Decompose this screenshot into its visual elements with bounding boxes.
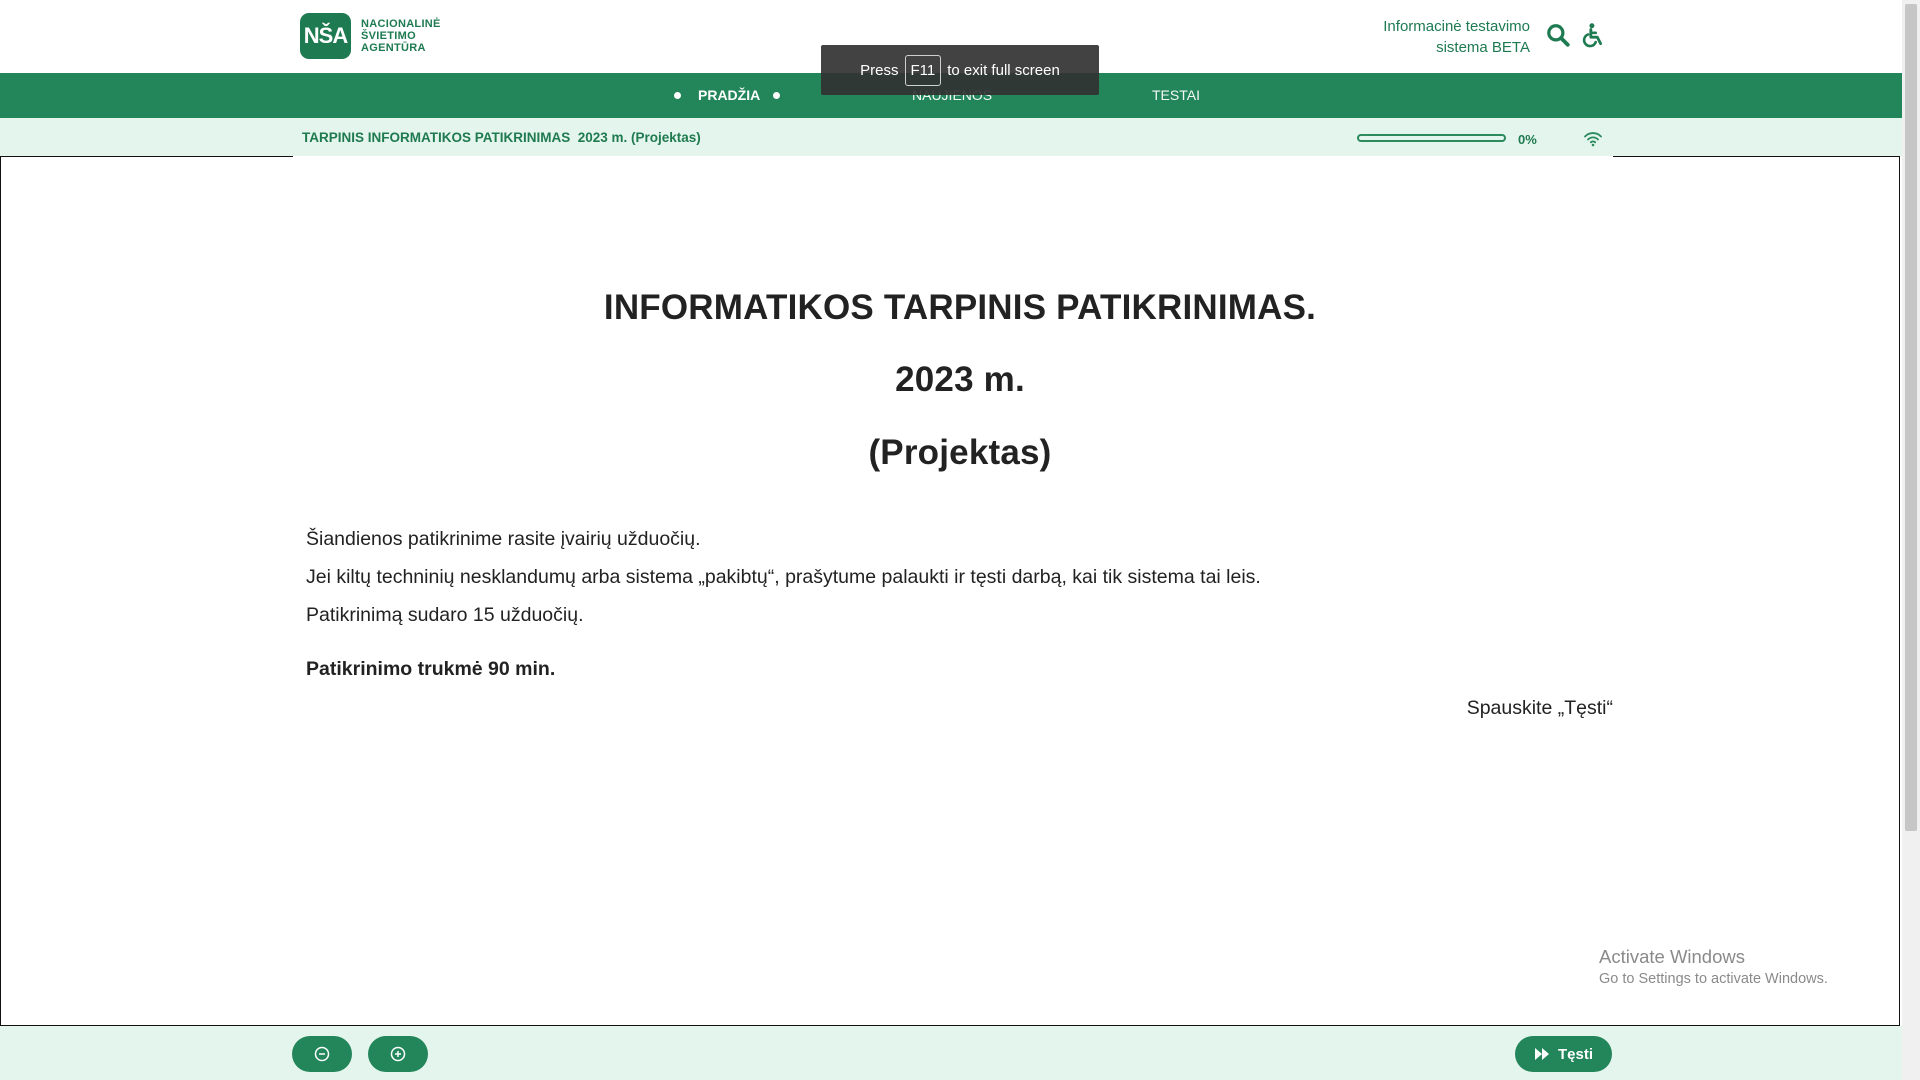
logo-line: ŠVIETIMO bbox=[361, 30, 416, 42]
system-name-line: Informacinė testavimo bbox=[1383, 18, 1530, 35]
notice-suffix: to exit full screen bbox=[947, 61, 1060, 79]
logo-line: NACIONALINĖ bbox=[361, 18, 441, 30]
f11-key: F11 bbox=[904, 54, 942, 86]
intro-paragraph: Šiandienos patikrinime rasite įvairių už… bbox=[306, 528, 701, 550]
nav-item-testai[interactable]: TESTAI bbox=[1152, 73, 1200, 118]
watermark-subtitle: Go to Settings to activate Windows. bbox=[1599, 971, 1828, 987]
frame-top-gap bbox=[293, 156, 1613, 158]
zoom-in-button[interactable] bbox=[368, 1036, 428, 1072]
test-year: 2023 m. bbox=[895, 360, 1025, 399]
page-scrollbar[interactable] bbox=[1902, 0, 1920, 1080]
nsa-logo[interactable]: NŠA NACIONALINĖ ŠVIETIMO AGENTŪRA bbox=[300, 13, 441, 59]
wifi-icon bbox=[1584, 132, 1602, 147]
bottom-toolbar bbox=[0, 1026, 1902, 1080]
logo-text: NACIONALINĖ ŠVIETIMO AGENTŪRA bbox=[361, 18, 441, 54]
progress-label: 0% bbox=[1518, 132, 1537, 147]
windows-activation-watermark: Activate Windows Go to Settings to activ… bbox=[1599, 946, 1828, 987]
continue-button-label: Tęsti bbox=[1557, 1045, 1593, 1063]
continue-hint: Spauskite „Tęsti“ bbox=[1466, 697, 1613, 719]
zoom-out-icon bbox=[314, 1046, 330, 1062]
test-heading: INFORMATIKOS TARPINIS PATIKRINIMAS. bbox=[603, 288, 1317, 327]
nav-active-dot bbox=[773, 92, 780, 99]
test-info-bar: TARPINIS INFORMATIKOS PATIKRINIMAS 2023 … bbox=[0, 118, 1902, 156]
notice-prefix: Press bbox=[860, 61, 899, 79]
task-count-paragraph: Patikrinimą sudaro 15 užduočių. bbox=[306, 604, 584, 626]
technical-issues-paragraph: Jei kiltų techninių nesklandumų arba sis… bbox=[306, 566, 1261, 588]
test-content-frame bbox=[0, 156, 1900, 1026]
logo-mark: NŠA bbox=[300, 13, 351, 59]
progress-bar bbox=[1357, 134, 1506, 142]
system-name: Informacinė testavimo sistema BETA bbox=[1383, 16, 1530, 58]
logo-line: AGENTŪRA bbox=[361, 42, 426, 54]
search-icon[interactable] bbox=[1545, 22, 1571, 48]
zoom-out-button[interactable] bbox=[292, 1036, 352, 1072]
fast-forward-icon bbox=[1534, 1048, 1549, 1060]
nav-active-dot bbox=[674, 92, 681, 99]
accessibility-icon[interactable] bbox=[1580, 22, 1606, 48]
system-name-line: sistema BETA bbox=[1436, 39, 1530, 56]
nav-item-pradzia[interactable]: PRADŽIA bbox=[698, 73, 760, 118]
watermark-title: Activate Windows bbox=[1599, 946, 1745, 967]
duration-text: Patikrinimo trukmė 90 min. bbox=[306, 658, 556, 680]
fullscreen-notice: Press F11 to exit full screen bbox=[821, 45, 1099, 95]
test-title: TARPINIS INFORMATIKOS PATIKRINIMAS 2023 … bbox=[302, 130, 701, 145]
continue-button[interactable]: Tęsti bbox=[1515, 1036, 1612, 1072]
test-status: (Projektas) bbox=[868, 433, 1052, 472]
scrollbar-thumb[interactable] bbox=[1905, 4, 1917, 831]
zoom-in-icon bbox=[390, 1046, 406, 1062]
